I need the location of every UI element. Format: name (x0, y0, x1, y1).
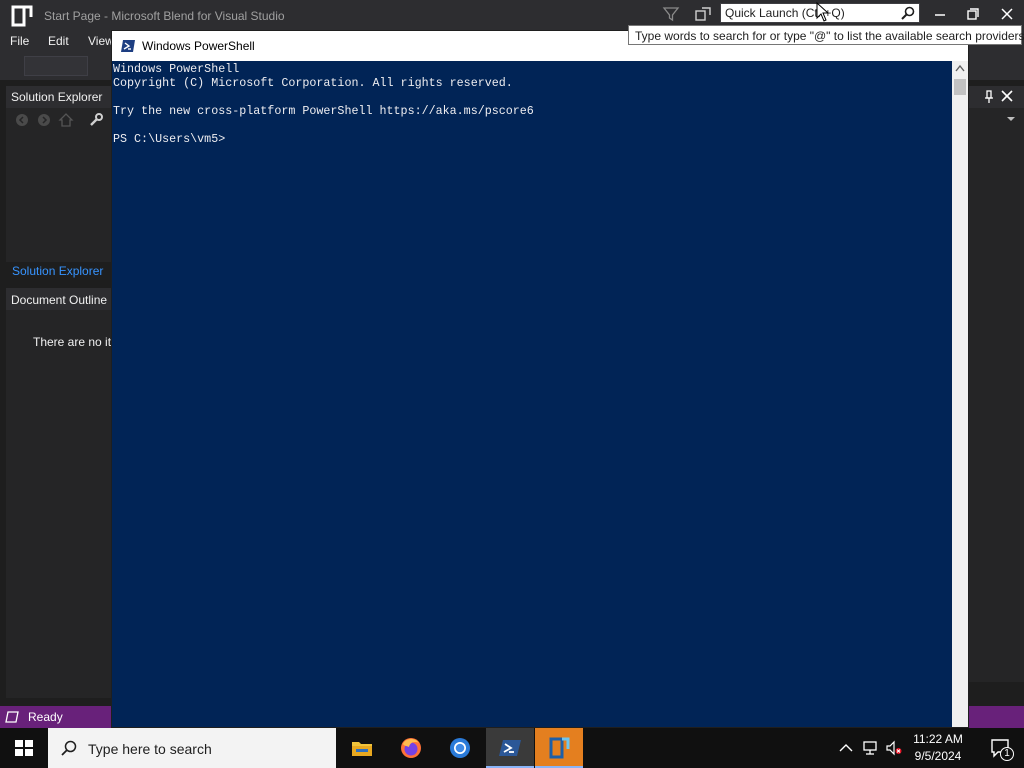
taskbar-blend[interactable] (535, 728, 583, 768)
notification-center-button[interactable]: 1 (978, 728, 1024, 768)
solution-explorer-header: Solution Explorer (6, 86, 112, 108)
console-line: Copyright (C) Microsoft Corporation. All… (113, 76, 513, 90)
taskbar-powershell[interactable] (486, 728, 534, 768)
scrollbar-thumb[interactable] (954, 79, 966, 95)
pin-icon[interactable] (982, 90, 996, 104)
forward-icon[interactable] (36, 112, 52, 128)
taskbar-search-input[interactable]: Type here to search (48, 728, 336, 768)
chrome-icon (450, 738, 470, 758)
console-prompt: PS C:\Users\vm5> (113, 132, 226, 146)
chevron-up-icon[interactable] (838, 740, 854, 756)
search-icon[interactable] (900, 5, 916, 21)
blend-taskbar-icon (549, 737, 570, 759)
menu-view[interactable]: View (88, 34, 114, 48)
powershell-window[interactable]: Windows PowerShell Windows PowerShell Cop… (111, 30, 969, 728)
solution-explorer-tab-label: Solution Explorer (12, 264, 104, 278)
feedback-icon[interactable] (694, 5, 712, 23)
chevron-down-icon[interactable] (1006, 114, 1016, 124)
start-button[interactable] (0, 728, 48, 768)
clock-time[interactable]: 11:22 AM (906, 732, 970, 746)
minimize-button[interactable] (928, 4, 952, 24)
console-line: Try the new cross-platform PowerShell ht… (113, 104, 534, 118)
powershell-title: Windows PowerShell (142, 39, 255, 53)
tab-solution-explorer[interactable]: Solution Explorer (6, 262, 112, 282)
powershell-taskbar-icon (499, 740, 521, 756)
document-outline-empty-text: There are no ite (33, 335, 118, 349)
window-title: Start Page - Microsoft Blend for Visual … (44, 9, 285, 23)
close-button[interactable] (995, 4, 1019, 24)
taskbar-firefox[interactable] (387, 728, 435, 768)
powershell-icon (121, 40, 135, 52)
folder-icon (352, 742, 372, 756)
notification-count-badge: 1 (1000, 747, 1014, 761)
taskbar: Type here to search 11:22 AM 9/5/2024 1 (0, 728, 1024, 768)
panel-close-icon[interactable] (1000, 89, 1014, 103)
network-icon[interactable] (862, 740, 878, 756)
powershell-console[interactable]: Windows PowerShell Copyright (C) Microsof… (112, 61, 952, 727)
right-panel-header (968, 86, 1024, 108)
scroll-up-arrow-icon[interactable] (955, 64, 965, 72)
quick-launch-tooltip: Type words to search for or type "@" to … (628, 25, 1024, 45)
taskbar-chrome[interactable] (436, 728, 484, 768)
properties-wrench-icon[interactable] (88, 112, 104, 128)
clock-date[interactable]: 9/5/2024 (906, 749, 970, 763)
document-outline-panel: Document Outline There are no ite (6, 288, 118, 698)
blend-logo-icon (11, 5, 33, 27)
taskbar-search-placeholder: Type here to search (88, 741, 212, 757)
console-line: Windows PowerShell (113, 62, 240, 76)
menu-file[interactable]: File (10, 34, 29, 48)
document-outline-header: Document Outline (6, 288, 112, 310)
right-tool-panel (968, 86, 1024, 682)
search-icon (61, 740, 77, 756)
powershell-scrollbar[interactable] (952, 61, 968, 727)
taskbar-file-explorer[interactable] (338, 728, 386, 768)
menu-edit[interactable]: Edit (48, 34, 69, 48)
back-icon[interactable] (14, 112, 30, 128)
home-icon[interactable] (58, 112, 74, 128)
status-icon (5, 711, 19, 723)
solution-explorer-toolbar (6, 108, 112, 132)
status-text: Ready (28, 710, 63, 724)
tooltip-text: Type words to search for or type "@" to … (635, 29, 1024, 43)
firefox-icon (401, 738, 421, 758)
solution-explorer-panel: Solution Explorer Solution Explorer (6, 86, 112, 282)
volume-muted-icon[interactable] (886, 740, 902, 756)
filter-icon[interactable] (662, 5, 680, 23)
solution-explorer-title: Solution Explorer (11, 90, 103, 104)
mouse-cursor-icon (816, 2, 830, 22)
document-outline-title: Document Outline (11, 293, 108, 307)
restore-button[interactable] (961, 4, 985, 24)
toolbar-combo[interactable] (24, 56, 88, 76)
windows-logo-icon (15, 740, 33, 756)
